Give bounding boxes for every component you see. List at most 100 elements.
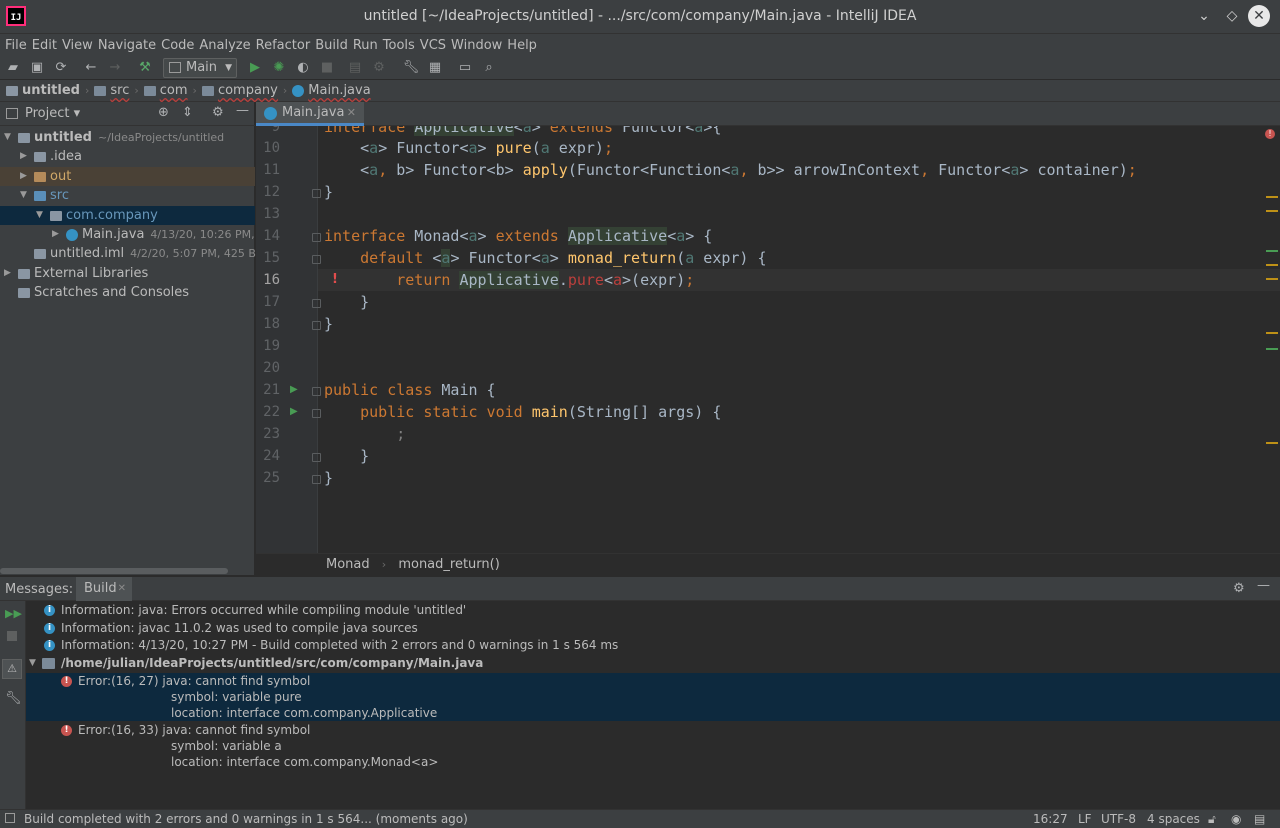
attach-debugger-icon[interactable]: ▤ (346, 59, 364, 77)
fold-marker-icon[interactable] (312, 233, 321, 242)
chevron-right-icon[interactable]: ▶ (20, 167, 27, 186)
gear-icon[interactable]: ⚙ (212, 105, 224, 120)
menu-run[interactable]: Run (352, 38, 382, 53)
warning-stripe-mark[interactable] (1266, 332, 1278, 334)
menu-edit[interactable]: Edit (31, 38, 61, 53)
search-icon[interactable]: ⌕ (480, 59, 498, 77)
breadcrumb-item[interactable]: com › (143, 83, 202, 98)
minimize-icon[interactable]: ⌄ (1194, 6, 1214, 26)
menu-code[interactable]: Code (160, 38, 198, 53)
tool-windows-icon[interactable] (5, 813, 15, 823)
settings-wrench-icon[interactable]: 🔧︎ (5, 691, 22, 706)
debug-icon[interactable]: ✺ (270, 59, 288, 77)
list-item[interactable]: i Information: 4/13/20, 10:27 PM - Build… (26, 637, 1280, 654)
tree-item[interactable]: ▼ com.company (0, 205, 255, 225)
fold-marker-icon[interactable] (312, 387, 321, 396)
file-encoding[interactable]: UTF-8 (1101, 810, 1136, 828)
hide-panel-icon[interactable]: — (1257, 578, 1270, 593)
breadcrumb-item[interactable]: monad_return() (398, 557, 499, 572)
warning-stripe-mark[interactable] (1266, 278, 1278, 280)
tab-build[interactable]: Build ✕ (76, 577, 132, 602)
menu-help[interactable]: Help (506, 38, 541, 53)
event-log-icon[interactable]: ▤ (1254, 810, 1265, 828)
warning-stripe-mark[interactable] (1266, 196, 1278, 198)
project-structure-icon[interactable]: ▦ (426, 59, 444, 77)
terminal-icon[interactable]: ▭ (456, 59, 474, 77)
tree-item[interactable]: ▶ External Libraries (0, 264, 255, 283)
tree-item[interactable]: ▼ src (0, 186, 255, 205)
list-item[interactable]: ▼ /home/julian/IdeaProjects/untitled/src… (26, 655, 1280, 672)
menu-file[interactable]: File (4, 38, 31, 53)
build-hammer-icon[interactable]: ⚒ (136, 59, 154, 77)
maximize-icon[interactable]: ◇ (1222, 6, 1242, 26)
breadcrumb-item[interactable]: Main.java (292, 83, 371, 98)
tree-item[interactable]: ▶ .idea (0, 147, 255, 166)
list-item[interactable]: ! Error:(16, 27) java: cannot find symbo… (26, 673, 1280, 690)
fold-marker-icon[interactable] (312, 189, 321, 198)
menu-analyze[interactable]: Analyze (198, 38, 254, 53)
menu-build[interactable]: Build (314, 38, 352, 53)
run-coverage-icon[interactable]: ◐ (294, 59, 312, 77)
warning-stripe-mark[interactable] (1266, 210, 1278, 212)
status-message[interactable]: Build completed with 2 errors and 0 warn… (24, 810, 468, 828)
open-folder-icon[interactable]: ▰ (4, 59, 22, 77)
chevron-down-icon[interactable]: ▼ (20, 186, 27, 205)
chevron-right-icon[interactable]: ▶ (20, 147, 27, 166)
run-gutter-icon[interactable]: ▶ (290, 384, 298, 395)
change-stripe-mark[interactable] (1266, 348, 1278, 350)
close-tab-icon[interactable]: ✕ (118, 577, 126, 601)
line-separator[interactable]: LF (1078, 810, 1092, 828)
close-window-icon[interactable]: ✕ (1248, 5, 1270, 27)
list-item[interactable]: symbol: variable a (26, 738, 1280, 755)
caret-position[interactable]: 16:27 (1033, 810, 1068, 828)
error-stripe-icon[interactable]: ! (1265, 129, 1275, 139)
collapse-all-icon[interactable]: ⇕ (182, 105, 193, 120)
chevron-down-icon[interactable]: ▼ (29, 655, 36, 672)
menu-window[interactable]: Window (450, 38, 506, 53)
tree-item[interactable]: ▶ out (0, 166, 255, 186)
warning-stripe-mark[interactable] (1266, 442, 1278, 444)
inspector-icon[interactable]: ◉ (1231, 810, 1241, 828)
fold-marker-icon[interactable] (312, 299, 321, 308)
breadcrumb-item[interactable]: untitled › (6, 83, 94, 98)
tab-main-java[interactable]: Main.java ✕ (256, 102, 364, 126)
tree-item[interactable]: Scratches and Consoles (0, 283, 255, 302)
close-tab-icon[interactable]: ✕ (347, 102, 356, 124)
warning-stripe-mark[interactable] (1266, 264, 1278, 266)
tree-item[interactable]: ▼ untitled ~/IdeaProjects/untitled (0, 128, 255, 147)
chevron-right-icon[interactable]: ▶ (52, 225, 59, 244)
menu-vcs[interactable]: VCS (419, 38, 450, 53)
tree-item[interactable]: ▶ Main.java 4/13/20, 10:26 PM, 5 (0, 225, 265, 244)
tree-item[interactable]: untitled.iml 4/2/20, 5:07 PM, 425 B (0, 244, 256, 263)
gear-icon[interactable]: ⚙ (1233, 581, 1245, 596)
fold-marker-icon[interactable] (312, 475, 321, 484)
back-icon[interactable]: ← (82, 59, 100, 77)
save-icon[interactable]: ▣ (28, 59, 46, 77)
indent-setting[interactable]: 4 spaces (1147, 810, 1200, 828)
hide-panel-icon[interactable]: — (236, 103, 249, 118)
run-configuration-select[interactable]: Main ▼ (163, 58, 237, 78)
fold-marker-icon[interactable] (312, 409, 321, 418)
fold-marker-icon[interactable] (312, 321, 321, 330)
change-stripe-mark[interactable] (1266, 250, 1278, 252)
project-view-selector[interactable]: Project ▾ (25, 106, 80, 121)
fold-marker-icon[interactable] (312, 255, 321, 264)
lock-icon[interactable]: 🔓︎ (1208, 810, 1216, 828)
chevron-down-icon[interactable]: ▼ (4, 128, 11, 147)
list-item[interactable]: location: interface com.company.Applicat… (26, 705, 1280, 722)
breadcrumb-item[interactable]: Monad (326, 557, 370, 572)
fold-marker-icon[interactable] (312, 453, 321, 462)
menu-view[interactable]: View (61, 38, 97, 53)
chevron-right-icon[interactable]: ▶ (4, 264, 11, 283)
sync-icon[interactable]: ⟳ (52, 59, 70, 77)
settings-wrench-icon[interactable]: 🔧︎ (402, 59, 420, 77)
menu-refactor[interactable]: Refactor (255, 38, 315, 53)
stop-icon[interactable] (7, 631, 17, 641)
run-gutter-icon[interactable]: ▶ (290, 406, 298, 417)
list-item[interactable]: i Information: javac 11.0.2 was used to … (26, 620, 1280, 637)
horizontal-scrollbar[interactable] (0, 568, 228, 574)
menu-tools[interactable]: Tools (382, 38, 419, 53)
run-icon[interactable]: ▶ (246, 59, 264, 77)
forward-icon[interactable]: → (106, 59, 124, 77)
breadcrumb-item[interactable]: src › (94, 83, 143, 98)
